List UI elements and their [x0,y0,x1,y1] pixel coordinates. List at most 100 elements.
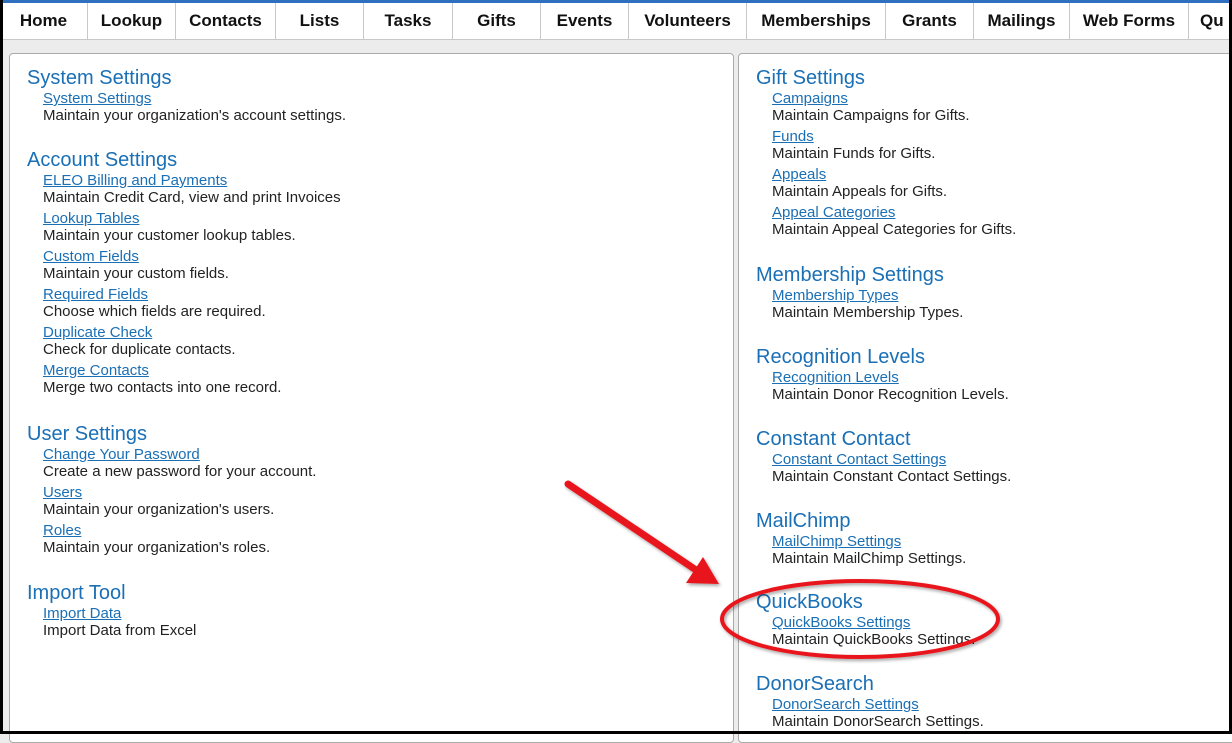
item-description: Maintain your organization's users. [43,501,275,518]
section-title: System Settings [27,67,172,89]
section-title: Import Tool [27,582,126,604]
item-description: Maintain Donor Recognition Levels. [772,386,1009,403]
item-description: Maintain Appeals for Gifts. [772,183,948,200]
item-description: Maintain Campaigns for Gifts. [772,107,970,124]
list-item: Users Maintain your organization's users… [43,484,316,518]
quickbooks-section: QuickBooks QuickBooks Settings Maintain … [756,590,975,652]
list-item: MailChimp Settings Maintain MailChimp Se… [772,533,966,567]
list-item: Campaigns Maintain Campaigns for Gifts. [772,90,1016,124]
list-item: System Settings Maintain your organizati… [43,90,346,124]
right-settings-panel: Gift Settings Campaigns Maintain Campaig… [738,53,1232,743]
item-description: Maintain MailChimp Settings. [772,550,967,567]
nav-quickbooks[interactable]: Qu [1189,3,1232,39]
funds-link[interactable]: Funds [772,128,1016,145]
system-settings-link[interactable]: System Settings [43,90,346,107]
list-item: Funds Maintain Funds for Gifts. [772,128,1016,162]
merge-contacts-link[interactable]: Merge Contacts [43,362,341,379]
recognition-levels-section: Recognition Levels Recognition Levels Ma… [756,345,1009,407]
gift-settings-section: Gift Settings Campaigns Maintain Campaig… [756,66,1016,242]
section-title: DonorSearch [756,673,874,695]
list-item: QuickBooks Settings Maintain QuickBooks … [772,614,975,648]
item-description: Maintain Membership Types. [772,304,964,321]
nav-events[interactable]: Events [541,3,629,39]
donorsearch-section: DonorSearch DonorSearch Settings Maintai… [756,672,984,734]
left-settings-panel: System Settings System Settings Maintain… [9,53,734,743]
item-description: Maintain your custom fields. [43,265,229,282]
section-title: Constant Contact [756,428,911,450]
item-description: Maintain Appeal Categories for Gifts. [772,221,1017,238]
nav-tasks[interactable]: Tasks [364,3,453,39]
section-title: Recognition Levels [756,346,925,368]
nav-grants[interactable]: Grants [886,3,974,39]
change-password-link[interactable]: Change Your Password [43,446,316,463]
list-item: Lookup Tables Maintain your customer loo… [43,210,341,244]
section-title: Gift Settings [756,67,865,89]
list-item: Appeals Maintain Appeals for Gifts. [772,166,1016,200]
list-item: DonorSearch Settings Maintain DonorSearc… [772,696,984,730]
billing-payments-link[interactable]: ELEO Billing and Payments [43,172,341,189]
nav-memberships[interactable]: Memberships [747,3,886,39]
section-title: QuickBooks [756,591,863,613]
duplicate-check-link[interactable]: Duplicate Check [43,324,341,341]
recognition-levels-link[interactable]: Recognition Levels [772,369,1009,386]
item-description: Check for duplicate contacts. [43,341,236,358]
item-description: Import Data from Excel [43,622,197,639]
lookup-tables-link[interactable]: Lookup Tables [43,210,341,227]
required-fields-link[interactable]: Required Fields [43,286,341,303]
section-title: Account Settings [27,149,178,171]
appeal-categories-link[interactable]: Appeal Categories [772,204,1016,221]
appeals-link[interactable]: Appeals [772,166,1016,183]
list-item: ELEO Billing and Payments Maintain Credi… [43,172,341,206]
item-description: Merge two contacts into one record. [43,379,282,396]
item-description: Choose which fields are required. [43,303,266,320]
system-settings-section: System Settings System Settings Maintain… [27,66,346,128]
item-description: Maintain your organization's roles. [43,539,271,556]
nav-contacts[interactable]: Contacts [176,3,276,39]
list-item: Membership Types Maintain Membership Typ… [772,287,963,321]
roles-link[interactable]: Roles [43,522,316,539]
nav-home[interactable]: Home [0,3,88,39]
section-title: User Settings [27,423,148,445]
mailchimp-settings-link[interactable]: MailChimp Settings [772,533,966,550]
nav-mailings[interactable]: Mailings [974,3,1070,39]
custom-fields-link[interactable]: Custom Fields [43,248,341,265]
import-data-link[interactable]: Import Data [43,605,196,622]
item-description: Maintain Constant Contact Settings. [772,468,1012,485]
nav-web-forms[interactable]: Web Forms [1070,3,1189,39]
list-item: Roles Maintain your organization's roles… [43,522,316,556]
item-description: Maintain Credit Card, view and print Inv… [43,189,341,206]
nav-lists[interactable]: Lists [276,3,364,39]
item-description: Maintain Funds for Gifts. [772,145,936,162]
users-link[interactable]: Users [43,484,316,501]
item-description: Maintain QuickBooks Settings. [772,631,976,648]
section-title: Membership Settings [756,264,944,286]
list-item: Import Data Import Data from Excel [43,605,196,639]
top-nav: Home Lookup Contacts Lists Tasks Gifts E… [0,0,1232,40]
item-description: Maintain DonorSearch Settings. [772,713,984,730]
list-item: Recognition Levels Maintain Donor Recogn… [772,369,1009,403]
account-settings-section: Account Settings ELEO Billing and Paymen… [27,148,341,400]
list-item: Constant Contact Settings Maintain Const… [772,451,1011,485]
campaigns-link[interactable]: Campaigns [772,90,1016,107]
mailchimp-section: MailChimp MailChimp Settings Maintain Ma… [756,509,966,571]
import-tool-section: Import Tool Import Data Import Data from… [27,581,196,643]
nav-lookup[interactable]: Lookup [88,3,176,39]
item-description: Create a new password for your account. [43,463,317,480]
quickbooks-settings-link[interactable]: QuickBooks Settings [772,614,975,631]
list-item: Required Fields Choose which fields are … [43,286,341,320]
constant-contact-settings-link[interactable]: Constant Contact Settings [772,451,1011,468]
list-item: Custom Fields Maintain your custom field… [43,248,341,282]
donorsearch-settings-link[interactable]: DonorSearch Settings [772,696,984,713]
user-settings-section: User Settings Change Your Password Creat… [27,422,316,560]
membership-settings-section: Membership Settings Membership Types Mai… [756,263,963,325]
constant-contact-section: Constant Contact Constant Contact Settin… [756,427,1011,489]
nav-gifts[interactable]: Gifts [453,3,541,39]
list-item: Appeal Categories Maintain Appeal Catego… [772,204,1016,238]
nav-volunteers[interactable]: Volunteers [629,3,747,39]
list-item: Change Your Password Create a new passwo… [43,446,316,480]
membership-types-link[interactable]: Membership Types [772,287,963,304]
list-item: Merge Contacts Merge two contacts into o… [43,362,341,396]
item-description: Maintain your customer lookup tables. [43,227,296,244]
section-title: MailChimp [756,510,851,532]
item-description: Maintain your organization's account set… [43,107,347,124]
